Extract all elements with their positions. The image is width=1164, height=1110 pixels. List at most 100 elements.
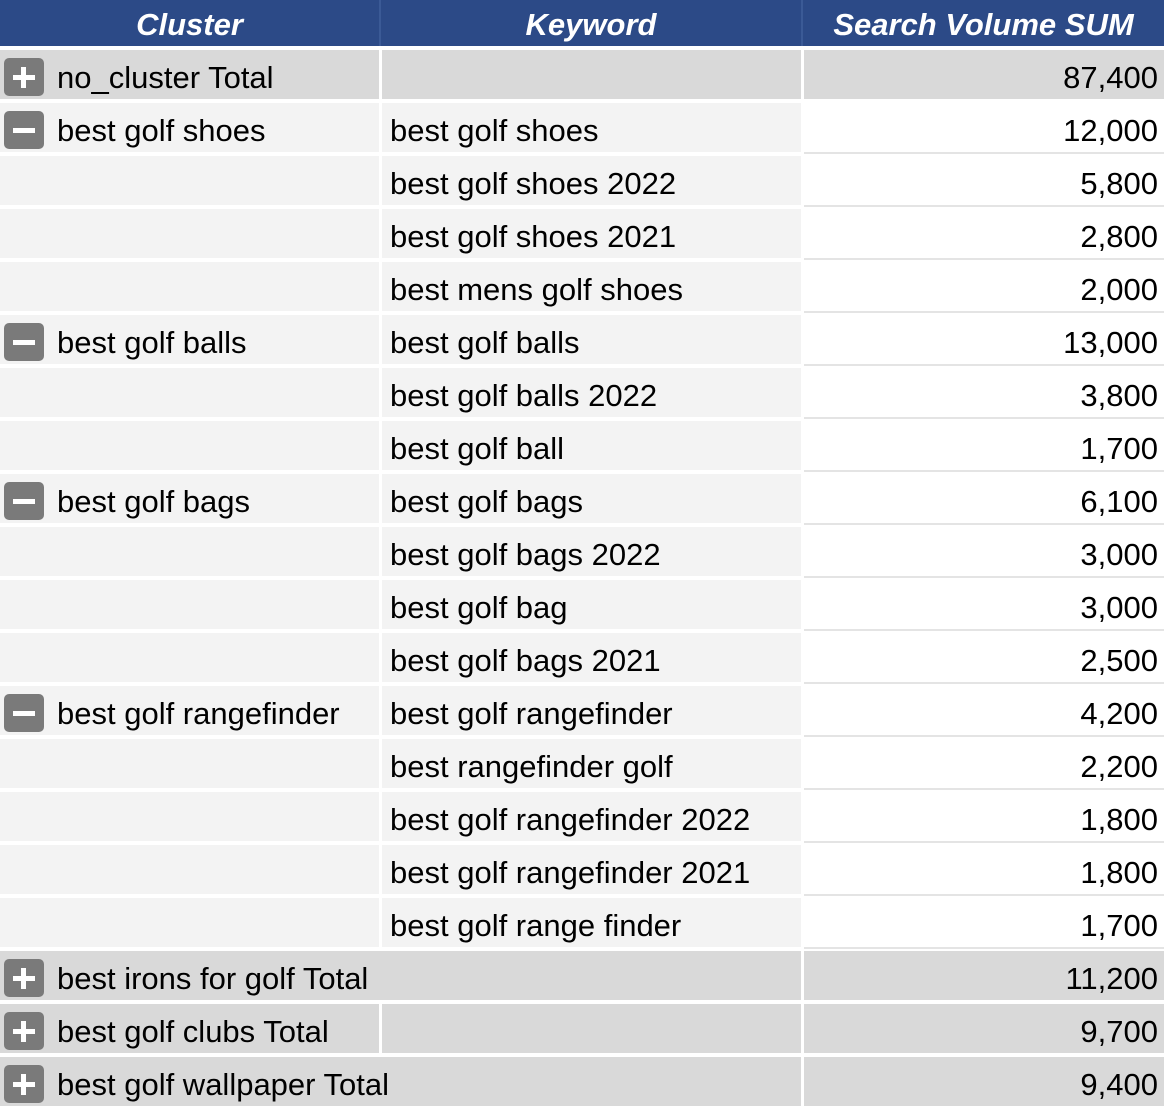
collapse-minus-icon[interactable] [4,694,44,732]
pivot-header-row: Cluster Keyword Search Volume SUM [0,0,1164,48]
pivot-row: best golf bags best golf bags 6,100 [0,474,1164,527]
keyword-cell[interactable]: best mens golf shoes [382,262,801,313]
pivot-row: best golf ball 1,700 [0,421,1164,474]
cluster-label: no_cluster Total [57,60,274,95]
pivot-row: best golf balls best golf balls 13,000 [0,315,1164,368]
search-volume-cell[interactable]: 4,200 [804,686,1164,737]
pivot-row: best rangefinder golf 2,200 [0,739,1164,792]
pivot-row: best golf bags 2022 3,000 [0,527,1164,580]
pivot-total-row: best irons for golf Total 11,200 [0,951,1164,1004]
keyword-cell[interactable]: best golf balls [382,315,801,366]
search-volume-cell[interactable]: 6,100 [804,474,1164,525]
search-volume-cell[interactable]: 3,800 [804,368,1164,419]
cluster-cell[interactable] [0,527,379,578]
expand-plus-icon[interactable] [4,959,44,997]
cluster-cell[interactable]: best golf balls [0,315,379,366]
cluster-cell[interactable] [0,633,379,684]
collapse-minus-icon[interactable] [4,323,44,361]
pivot-row: best golf bags 2021 2,500 [0,633,1164,686]
keyword-cell[interactable]: best golf rangefinder 2021 [382,845,801,896]
cluster-cell[interactable] [0,156,379,207]
pivot-row: best golf shoes 2022 5,800 [0,156,1164,209]
collapse-minus-icon[interactable] [4,111,44,149]
keyword-cell[interactable]: best golf balls 2022 [382,368,801,419]
search-volume-cell[interactable]: 2,000 [804,262,1164,313]
cluster-cell[interactable] [0,845,379,896]
cluster-cell[interactable] [0,421,379,472]
search-volume-cell[interactable]: 5,800 [804,156,1164,207]
cluster-label: best golf rangefinder [57,696,340,731]
cluster-cell[interactable] [0,792,379,843]
expand-plus-icon[interactable] [4,1012,44,1050]
pivot-total-row: best golf clubs Total 9,700 [0,1004,1164,1057]
search-volume-cell[interactable]: 3,000 [804,580,1164,631]
cluster-label: best golf balls [57,325,247,360]
search-volume-cell[interactable]: 1,700 [804,421,1164,472]
search-volume-cell[interactable]: 87,400 [804,50,1164,101]
pivot-row: best mens golf shoes 2,000 [0,262,1164,315]
keyword-cell[interactable] [382,50,801,101]
cluster-label: best irons for golf Total [57,961,369,996]
search-volume-cell[interactable]: 13,000 [804,315,1164,366]
keyword-cell[interactable]: best golf shoes 2022 [382,156,801,207]
keyword-cell[interactable]: best golf rangefinder [382,686,801,737]
cluster-label: best golf clubs Total [57,1014,329,1049]
cluster-cell[interactable]: no_cluster Total [0,50,379,101]
pivot-row: best golf shoes 2021 2,800 [0,209,1164,262]
search-volume-cell[interactable]: 9,700 [804,1004,1164,1055]
keyword-cell[interactable]: best golf shoes 2021 [382,209,801,260]
cluster-cell[interactable]: best golf shoes [0,103,379,154]
pivot-total-row: no_cluster Total 87,400 [0,50,1164,103]
cluster-cell[interactable] [0,739,379,790]
keyword-cell[interactable]: best golf bags [382,474,801,525]
keyword-cell[interactable]: best rangefinder golf [382,739,801,790]
search-volume-cell[interactable]: 12,000 [804,103,1164,154]
keyword-cell[interactable]: best golf rangefinder 2022 [382,792,801,843]
pivot-row: best golf rangefinder 2022 1,800 [0,792,1164,845]
pivot-table: Cluster Keyword Search Volume SUM no_clu… [0,0,1164,1110]
keyword-cell[interactable]: best golf bags 2021 [382,633,801,684]
pivot-total-row: best golf wallpaper Total 9,400 [0,1057,1164,1110]
cluster-cell[interactable]: best irons for golf Total [0,951,801,1002]
cluster-cell[interactable]: best golf wallpaper Total [0,1057,801,1108]
cluster-cell[interactable]: best golf clubs Total [0,1004,379,1055]
search-volume-cell[interactable]: 1,800 [804,845,1164,896]
cluster-cell[interactable] [0,580,379,631]
keyword-cell[interactable]: best golf bag [382,580,801,631]
keyword-cell[interactable] [382,1004,801,1055]
header-keyword[interactable]: Keyword [381,0,803,46]
keyword-cell[interactable]: best golf ball [382,421,801,472]
expand-plus-icon[interactable] [4,58,44,96]
cluster-label: best golf shoes [57,113,266,148]
cluster-cell[interactable]: best golf rangefinder [0,686,379,737]
search-volume-cell[interactable]: 2,500 [804,633,1164,684]
search-volume-cell[interactable]: 3,000 [804,527,1164,578]
cluster-cell[interactable] [0,368,379,419]
header-search-volume-sum[interactable]: Search Volume SUM [803,0,1164,46]
pivot-row: best golf rangefinder best golf rangefind… [0,686,1164,739]
pivot-body: no_cluster Total 87,400 best golf shoes bes… [0,50,1164,1110]
search-volume-cell[interactable]: 1,800 [804,792,1164,843]
pivot-row: best golf shoes best golf shoes 12,000 [0,103,1164,156]
pivot-row: best golf bag 3,000 [0,580,1164,633]
cluster-label: best golf bags [57,484,251,519]
search-volume-cell[interactable]: 2,200 [804,739,1164,790]
pivot-row: best golf range finder 1,700 [0,898,1164,951]
cluster-cell[interactable] [0,898,379,949]
cluster-label: best golf wallpaper Total [57,1067,390,1102]
expand-plus-icon[interactable] [4,1065,44,1103]
search-volume-cell[interactable]: 2,800 [804,209,1164,260]
keyword-cell[interactable]: best golf shoes [382,103,801,154]
search-volume-cell[interactable]: 1,700 [804,898,1164,949]
header-cluster[interactable]: Cluster [0,0,381,46]
cluster-cell[interactable] [0,209,379,260]
search-volume-cell[interactable]: 9,400 [804,1057,1164,1108]
cluster-cell[interactable]: best golf bags [0,474,379,525]
search-volume-cell[interactable]: 11,200 [804,951,1164,1002]
pivot-row: best golf balls 2022 3,800 [0,368,1164,421]
keyword-cell[interactable]: best golf range finder [382,898,801,949]
cluster-cell[interactable] [0,262,379,313]
pivot-row: best golf rangefinder 2021 1,800 [0,845,1164,898]
keyword-cell[interactable]: best golf bags 2022 [382,527,801,578]
collapse-minus-icon[interactable] [4,482,44,520]
